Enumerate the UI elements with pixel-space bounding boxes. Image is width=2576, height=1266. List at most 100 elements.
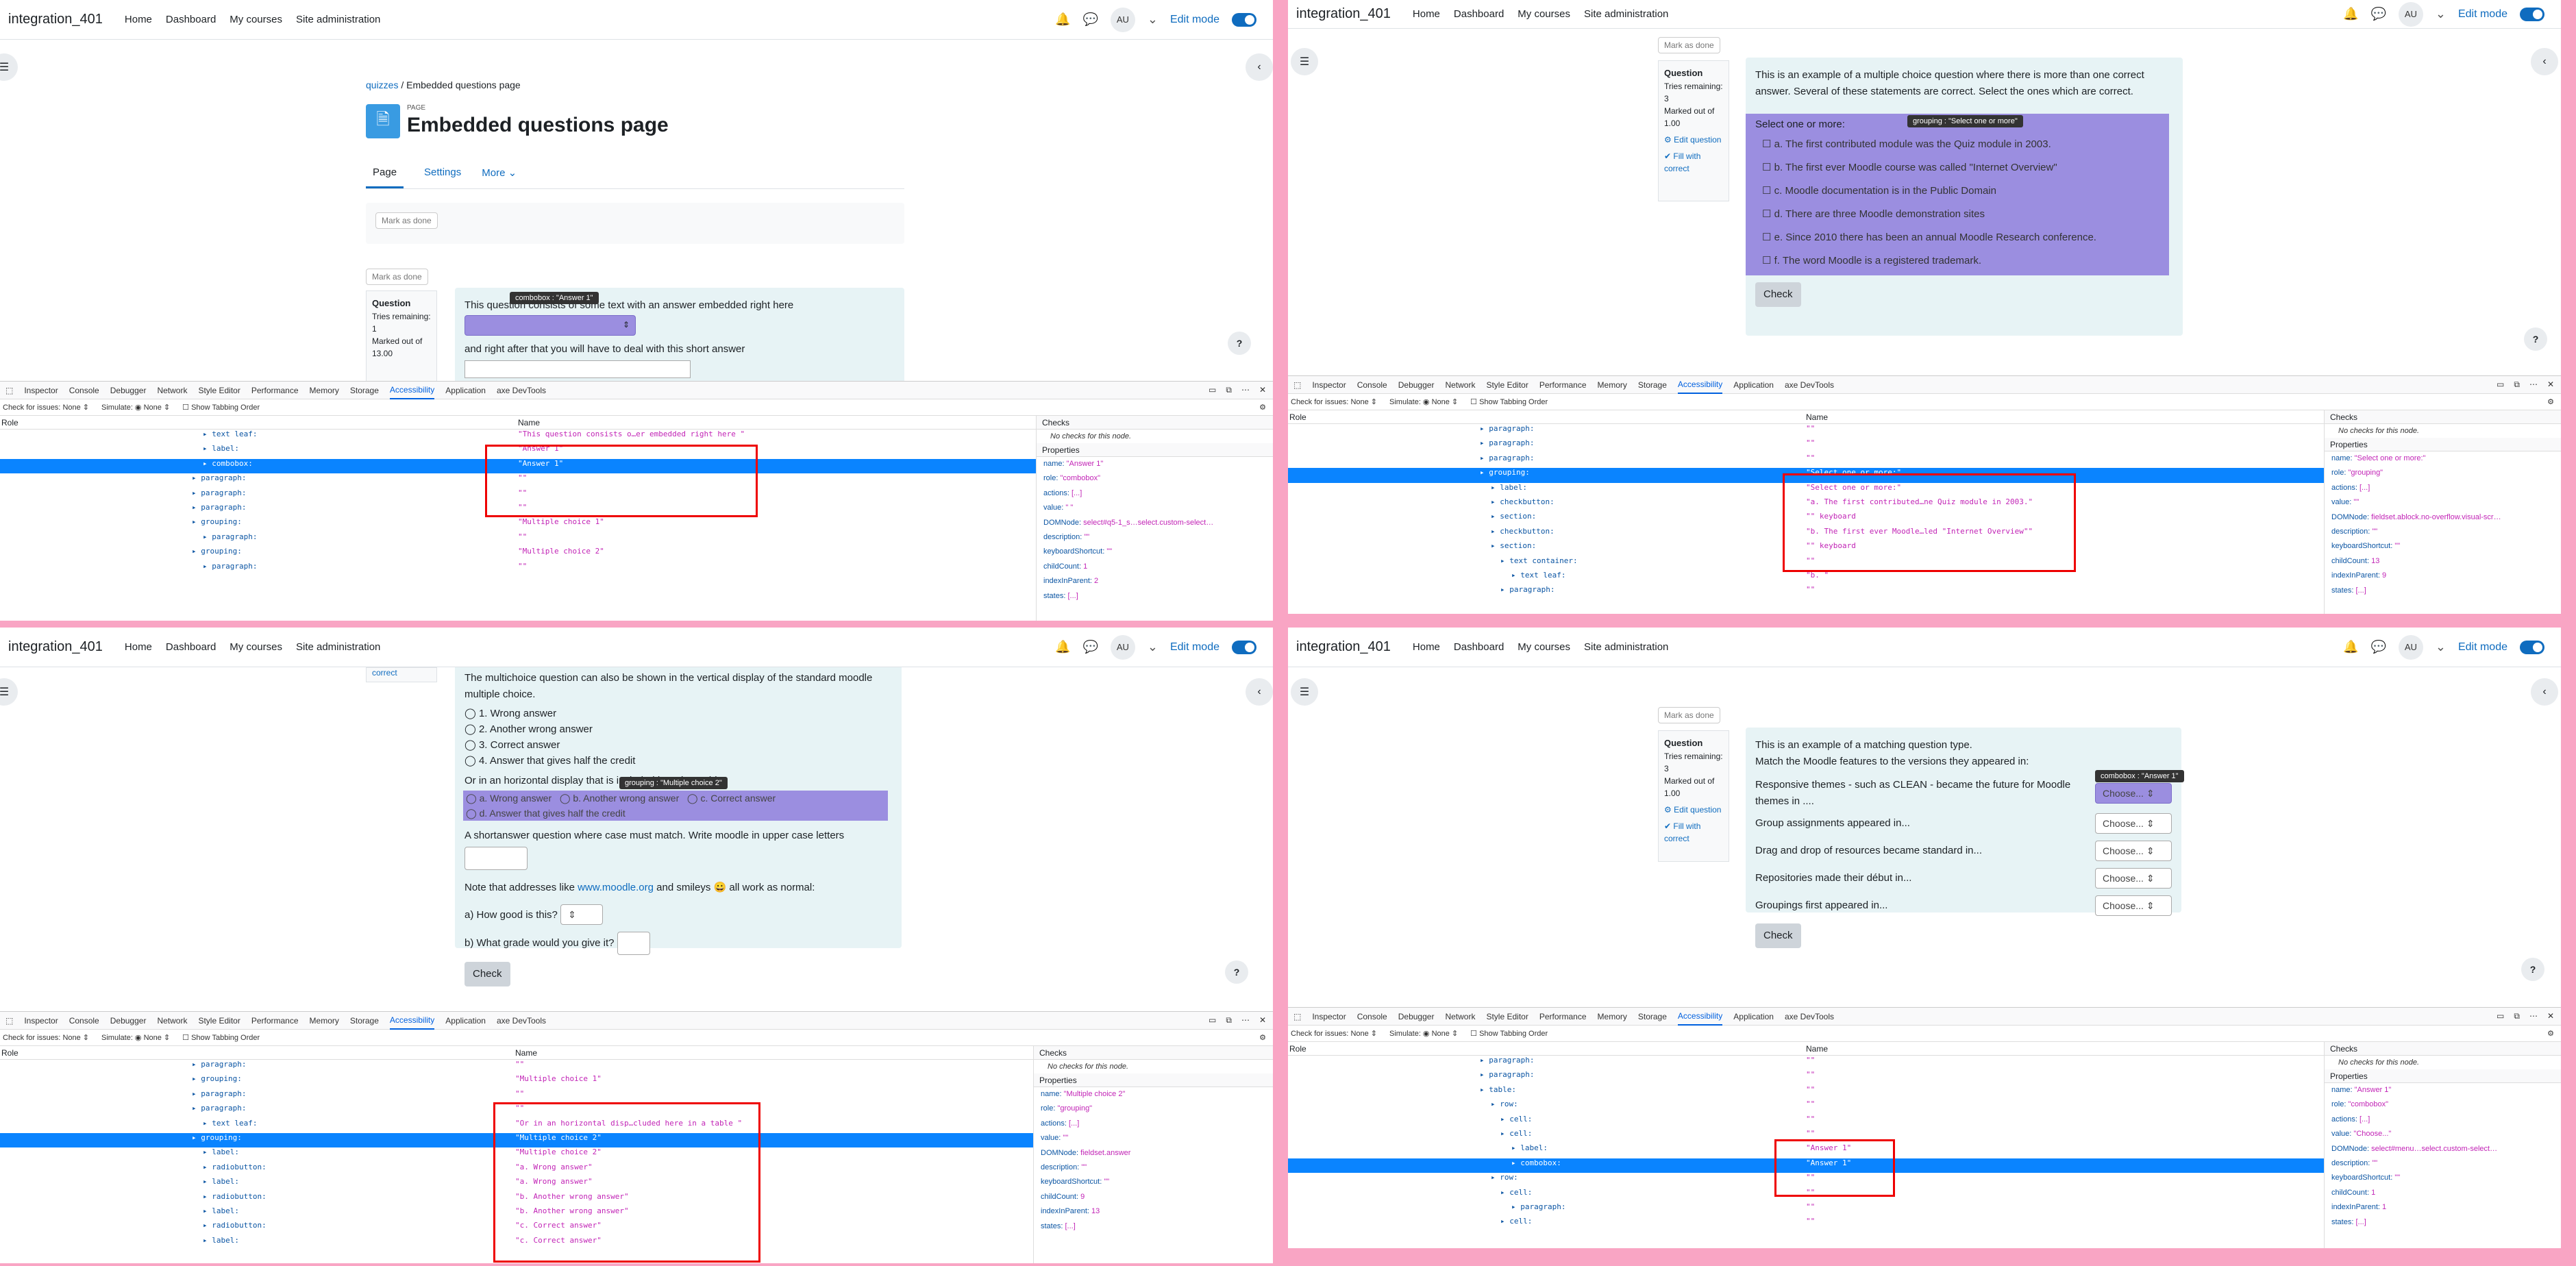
property-row[interactable]: name: "Answer 1" xyxy=(2325,1083,2561,1097)
property-row[interactable]: childCount: 1 xyxy=(2325,1186,2561,1200)
tab-more[interactable]: More ⌄ xyxy=(482,166,517,179)
property-row[interactable]: actions: [...] xyxy=(1034,1117,1273,1131)
tab-style-editor[interactable]: Style Editor xyxy=(198,386,240,395)
tab-network[interactable]: Network xyxy=(157,1016,187,1026)
nav-my-courses[interactable]: My courses xyxy=(1518,8,1570,20)
tabbing-order-checkbox[interactable]: ☐ Show Tabbing Order xyxy=(1470,397,1548,406)
radio-option[interactable]: ◯ 1. Wrong answer xyxy=(465,706,892,721)
nav-home[interactable]: Home xyxy=(125,641,152,653)
split-icon[interactable]: ⧉ xyxy=(2514,1011,2520,1021)
tab-debugger[interactable]: Debugger xyxy=(1398,1012,1435,1021)
tree-row[interactable]: ▸ paragraph: "" xyxy=(1288,424,2324,438)
tab-network[interactable]: Network xyxy=(1445,1012,1475,1021)
mark-done-button-2[interactable]: Mark as done xyxy=(366,269,428,285)
fill-correct-link[interactable]: ✔ Fill with correct xyxy=(1664,820,1723,845)
property-row[interactable]: role: "combobox" xyxy=(2325,1097,2561,1112)
tree-row[interactable]: ▸ grouping: "Multiple choice 1" xyxy=(0,1074,1033,1089)
help-button[interactable]: ? xyxy=(1225,960,1248,984)
breadcrumb-link[interactable]: quizzes xyxy=(366,79,398,90)
checkbox-icon[interactable]: ☐ xyxy=(1762,232,1774,243)
property-row[interactable]: childCount: 1 xyxy=(1037,560,1273,574)
site-brand[interactable]: integration_401 xyxy=(8,12,103,27)
split-icon[interactable]: ⧉ xyxy=(2514,380,2520,390)
tab-memory[interactable]: Memory xyxy=(310,1016,339,1026)
drawer-toggle-button[interactable]: ☰ xyxy=(0,53,18,81)
check-issues[interactable]: Check for issues: None ⇕ xyxy=(3,1033,89,1042)
simulate[interactable]: Simulate: ◉ None ⇕ xyxy=(101,403,170,412)
property-row[interactable]: role: "grouping" xyxy=(2325,466,2561,480)
drawer-toggle-button[interactable]: ☰ xyxy=(1291,48,1318,75)
tabbing-order-checkbox[interactable]: ☐ Show Tabbing Order xyxy=(1470,1029,1548,1038)
grade-select-a[interactable]: ⇕ xyxy=(560,904,604,925)
edit-question-link[interactable]: ⚙ Edit question xyxy=(1664,134,1723,146)
check-button[interactable]: Check xyxy=(1755,282,1801,307)
property-row[interactable]: DOMNode: select#menu…select.custom-selec… xyxy=(2325,1142,2561,1156)
tab-inspector[interactable]: Inspector xyxy=(24,1016,58,1026)
radio-option[interactable]: ◯ 2. Another wrong answer xyxy=(465,721,892,737)
fill-correct-link[interactable]: correct xyxy=(366,667,437,682)
dock-icon[interactable]: ▭ xyxy=(1209,1015,1216,1026)
property-row[interactable]: keyboardShortcut: "" xyxy=(2325,1171,2561,1185)
property-row[interactable]: states: [...] xyxy=(1037,589,1273,604)
property-row[interactable]: value: "Choose..." xyxy=(2325,1127,2561,1141)
tree-row[interactable]: ▸ paragraph: "" xyxy=(1288,454,2324,468)
more-icon[interactable]: ⋯ xyxy=(1241,1015,1250,1026)
edit-question-link[interactable]: ⚙ Edit question xyxy=(1664,804,1723,816)
property-row[interactable]: name: "Answer 1" xyxy=(1037,457,1273,471)
dock-icon[interactable]: ▭ xyxy=(2497,1011,2504,1021)
tab-memory[interactable]: Memory xyxy=(1598,1012,1627,1021)
hradio-a[interactable]: ◯ a. Wrong answer xyxy=(466,793,552,804)
tab-axe[interactable]: axe DevTools xyxy=(497,1016,546,1026)
bell-icon[interactable]: 🔔 xyxy=(2343,640,2358,654)
property-row[interactable]: indexInParent: 13 xyxy=(1034,1204,1273,1219)
tab-inspector[interactable]: Inspector xyxy=(1312,1012,1346,1021)
tree-row[interactable]: ▸ paragraph: "" xyxy=(1288,1070,2324,1084)
tabbing-order-checkbox[interactable]: ☐ Show Tabbing Order xyxy=(182,403,260,412)
settings-gear-icon[interactable]: ⚙ xyxy=(2547,1029,2554,1038)
property-row[interactable]: value: "" xyxy=(2325,495,2561,510)
close-icon[interactable]: ✕ xyxy=(2547,380,2554,390)
chat-icon[interactable]: 💬 xyxy=(2370,640,2386,654)
edit-mode-toggle[interactable] xyxy=(2520,640,2544,654)
nav-dashboard[interactable]: Dashboard xyxy=(1454,8,1504,20)
nav-site-admin[interactable]: Site administration xyxy=(1584,641,1668,653)
property-row[interactable]: name: "Multiple choice 2" xyxy=(1034,1087,1273,1102)
radio-icon[interactable]: ◯ xyxy=(465,708,479,719)
tab-memory[interactable]: Memory xyxy=(310,386,339,395)
tab-storage[interactable]: Storage xyxy=(1638,380,1667,390)
radio-icon[interactable]: ◯ xyxy=(465,723,479,735)
nav-my-courses[interactable]: My courses xyxy=(230,14,282,25)
radio-option[interactable]: ◯ 4. Answer that gives half the credit xyxy=(465,753,892,769)
tab-performance[interactable]: Performance xyxy=(1539,1012,1587,1021)
tree-row[interactable]: ▸ table: "" xyxy=(1288,1085,2324,1100)
property-row[interactable]: states: [...] xyxy=(2325,584,2561,598)
more-icon[interactable]: ⋯ xyxy=(2529,380,2538,390)
shortanswer-input[interactable] xyxy=(465,847,528,870)
tree-row[interactable]: ▸ paragraph: "" xyxy=(1288,585,2324,599)
property-row[interactable]: description: "" xyxy=(2325,1156,2561,1171)
close-icon[interactable]: ✕ xyxy=(1259,1015,1266,1026)
tree-row[interactable]: ▸ row: "" xyxy=(1288,1100,2324,1114)
mark-done-button[interactable]: Mark as done xyxy=(1658,37,1720,53)
chat-icon[interactable]: 💬 xyxy=(1082,12,1098,27)
tree-row[interactable]: ▸ paragraph: "" xyxy=(0,1089,1033,1104)
chevron-down-icon[interactable]: ⌄ xyxy=(1148,640,1158,654)
devtools-pick-icon[interactable]: ⬚ xyxy=(1293,1012,1301,1021)
tree-row[interactable]: ▸ paragraph: "" xyxy=(1288,1202,2324,1217)
chevron-down-icon[interactable]: ⌄ xyxy=(1148,12,1158,27)
property-row[interactable]: childCount: 9 xyxy=(1034,1190,1273,1204)
short-answer-input[interactable] xyxy=(465,360,691,378)
tab-page[interactable]: Page xyxy=(366,157,404,188)
check-issues[interactable]: Check for issues: None ⇕ xyxy=(3,403,89,412)
property-row[interactable]: role: "combobox" xyxy=(1037,471,1273,486)
tabbing-order-checkbox[interactable]: ☐ Show Tabbing Order xyxy=(182,1033,260,1042)
radio-icon[interactable]: ◯ xyxy=(465,755,479,767)
tab-performance[interactable]: Performance xyxy=(1539,380,1587,390)
chevron-down-icon[interactable]: ⌄ xyxy=(2436,7,2446,21)
radio-icon[interactable]: ◯ xyxy=(465,739,479,751)
checkbox-option[interactable]: ☐ a. The first contributed module was th… xyxy=(1755,133,2159,156)
tab-storage[interactable]: Storage xyxy=(1638,1012,1667,1021)
checkbox-option[interactable]: ☐ c. Moodle documentation is in the Publ… xyxy=(1755,179,2159,203)
edit-mode-toggle[interactable] xyxy=(2520,7,2544,21)
moodle-link[interactable]: www.moodle.org xyxy=(578,882,654,893)
